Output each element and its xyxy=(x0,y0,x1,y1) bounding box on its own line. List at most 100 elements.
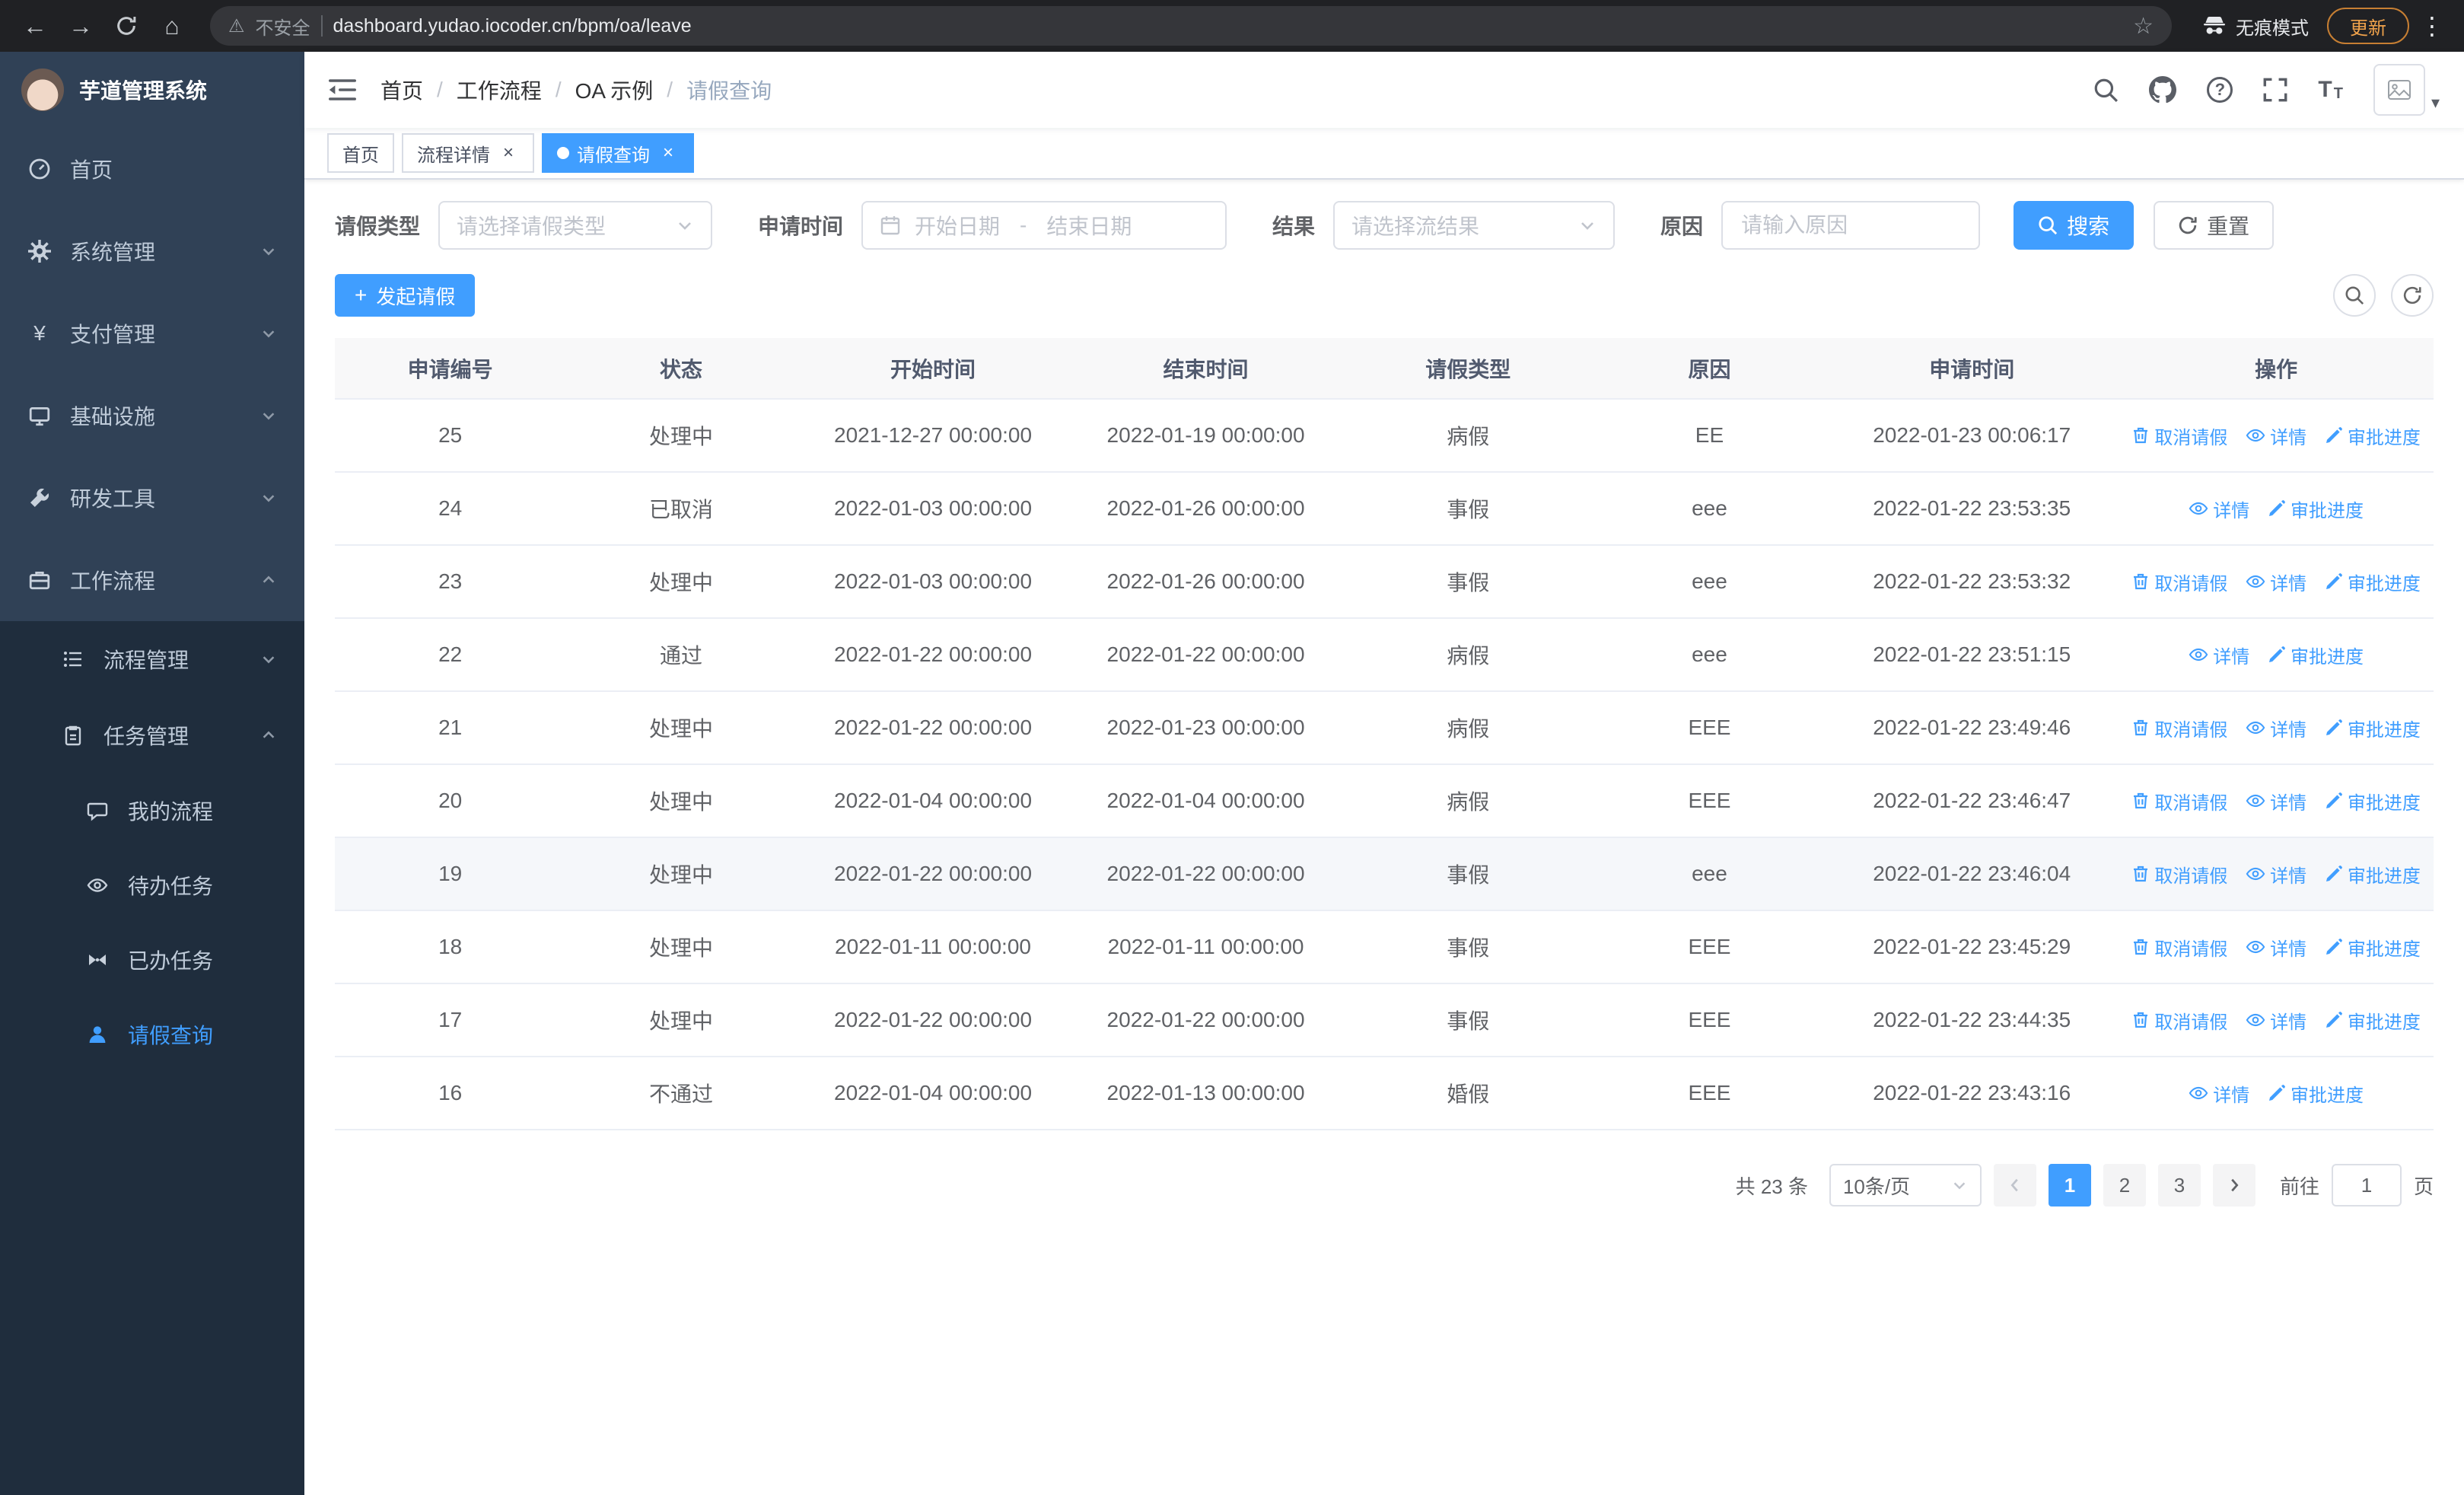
approval-progress-link[interactable]: 审批进度 xyxy=(2325,569,2421,595)
detail-link[interactable]: 详情 xyxy=(2246,1007,2306,1034)
table-row[interactable]: 24 已取消 2022-01-03 00:00:00 2022-01-26 00… xyxy=(335,472,2434,546)
browser-update-button[interactable]: 更新 xyxy=(2327,8,2409,44)
breadcrumb-oa-example[interactable]: OA 示例 xyxy=(575,75,654,105)
approval-progress-link[interactable]: 审批进度 xyxy=(2325,1007,2421,1034)
next-page-button[interactable] xyxy=(2212,1164,2255,1207)
user-avatar[interactable]: ▾ xyxy=(2373,64,2440,116)
detail-link[interactable]: 详情 xyxy=(2189,642,2249,668)
table-search-toggle-icon[interactable] xyxy=(2333,274,2376,317)
detail-link[interactable]: 详情 xyxy=(2189,1080,2249,1107)
goto-page-input[interactable] xyxy=(2331,1164,2402,1207)
approval-progress-link[interactable]: 审批进度 xyxy=(2325,715,2421,741)
table-row[interactable]: 17 处理中 2022-01-22 00:00:00 2022-01-22 00… xyxy=(335,983,2434,1057)
detail-link[interactable]: 详情 xyxy=(2246,569,2306,595)
reason-input[interactable] xyxy=(1721,201,1981,250)
sidebar-item-payment[interactable]: ¥ 支付管理 xyxy=(0,292,304,375)
page-button-2[interactable]: 2 xyxy=(2103,1164,2146,1207)
approval-progress-link[interactable]: 审批进度 xyxy=(2325,934,2421,961)
sidebar-item-system[interactable]: 系统管理 xyxy=(0,210,304,292)
tab-process-detail[interactable]: 流程详情 × xyxy=(402,133,534,173)
sidebar-item-devtools[interactable]: 研发工具 xyxy=(0,457,304,539)
browser-back-icon[interactable]: ← xyxy=(15,6,55,46)
browser-reload-icon[interactable] xyxy=(107,6,146,46)
sidebar-item-todo-tasks[interactable]: 待办任务 xyxy=(0,848,304,923)
sidebar-item-label: 工作流程 xyxy=(70,569,156,593)
sidebar-item-task-management[interactable]: 任务管理 xyxy=(0,697,304,773)
sidebar-item-home[interactable]: 首页 xyxy=(0,128,304,210)
sidebar-item-infrastructure[interactable]: 基础设施 xyxy=(0,375,304,457)
page-button-1[interactable]: 1 xyxy=(2048,1164,2091,1207)
browser-home-icon[interactable]: ⌂ xyxy=(152,6,192,46)
github-icon[interactable] xyxy=(2149,76,2177,104)
tab-leave-query[interactable]: 请假查询 × xyxy=(542,133,694,173)
cancel-leave-link[interactable]: 取消请假 xyxy=(2131,422,2227,449)
tab-home[interactable]: 首页 xyxy=(327,133,394,173)
table-row[interactable]: 18 处理中 2022-01-11 00:00:00 2022-01-11 00… xyxy=(335,910,2434,984)
approval-progress-link[interactable]: 审批进度 xyxy=(2325,861,2421,888)
reset-button[interactable]: 重置 xyxy=(2154,201,2275,250)
leave-type-select[interactable]: 请选择请假类型 xyxy=(438,201,713,250)
cell-id: 17 xyxy=(335,983,566,1057)
sidebar-item-label: 已办任务 xyxy=(128,949,214,973)
table-row[interactable]: 25 处理中 2021-12-27 00:00:00 2022-01-19 00… xyxy=(335,399,2434,473)
sidebar-item-leave-query[interactable]: 请假查询 xyxy=(0,997,304,1072)
approval-progress-link[interactable]: 审批进度 xyxy=(2268,496,2364,522)
sidebar-item-workflow[interactable]: 工作流程 xyxy=(0,539,304,621)
approval-progress-link[interactable]: 审批进度 xyxy=(2325,788,2421,814)
cell-start: 2022-01-22 00:00:00 xyxy=(796,618,1070,692)
cell-apply-time: 2022-01-22 23:53:35 xyxy=(1825,472,2119,546)
address-bar[interactable]: ⚠ 不安全 dashboard.yudao.iocoder.cn/bpm/oa/… xyxy=(210,6,2172,46)
cell-apply-time: 2022-01-22 23:43:16 xyxy=(1825,1057,2119,1130)
help-icon[interactable]: ? xyxy=(2207,77,2233,103)
cancel-leave-link[interactable]: 取消请假 xyxy=(2131,569,2227,595)
fullscreen-icon[interactable] xyxy=(2263,78,2287,102)
page-size-select[interactable]: 10条/页 xyxy=(1829,1164,1982,1207)
detail-link[interactable]: 详情 xyxy=(2246,934,2306,961)
sidebar-item-process-management[interactable]: 流程管理 xyxy=(0,621,304,697)
close-icon[interactable]: × xyxy=(498,142,519,164)
cancel-leave-link[interactable]: 取消请假 xyxy=(2131,934,2227,961)
bookmark-star-icon[interactable]: ☆ xyxy=(2133,13,2154,40)
browser-menu-icon[interactable]: ⋮ xyxy=(2415,11,2449,40)
font-size-icon[interactable]: TT xyxy=(2318,78,2343,102)
table-row[interactable]: 21 处理中 2022-01-22 00:00:00 2022-01-23 00… xyxy=(335,691,2434,765)
page-button-3[interactable]: 3 xyxy=(2157,1164,2201,1207)
search-button[interactable]: 搜索 xyxy=(2014,201,2135,250)
close-icon[interactable]: × xyxy=(657,142,679,164)
cancel-leave-link[interactable]: 取消请假 xyxy=(2131,1007,2227,1034)
breadcrumb-home[interactable]: 首页 xyxy=(380,75,423,105)
detail-link[interactable]: 详情 xyxy=(2189,496,2249,522)
result-select[interactable]: 请选择流结果 xyxy=(1333,201,1616,250)
search-icon[interactable] xyxy=(2093,77,2119,103)
breadcrumb-workflow[interactable]: 工作流程 xyxy=(457,75,542,105)
table-row[interactable]: 19 处理中 2022-01-22 00:00:00 2022-01-22 00… xyxy=(335,837,2434,911)
approval-progress-link[interactable]: 审批进度 xyxy=(2325,422,2421,449)
sidebar-collapse-icon[interactable] xyxy=(329,78,356,101)
cancel-leave-link[interactable]: 取消请假 xyxy=(2131,715,2227,741)
detail-link[interactable]: 详情 xyxy=(2246,788,2306,814)
cancel-leave-link[interactable]: 取消请假 xyxy=(2131,788,2227,814)
sidebar-item-done-tasks[interactable]: 已办任务 xyxy=(0,923,304,997)
cell-apply-time: 2022-01-22 23:45:29 xyxy=(1825,910,2119,984)
app-logo[interactable]: 芋道管理系统 xyxy=(0,52,304,128)
detail-link[interactable]: 详情 xyxy=(2246,715,2306,741)
table-row[interactable]: 22 通过 2022-01-22 00:00:00 2022-01-22 00:… xyxy=(335,618,2434,692)
cell-reason: eee xyxy=(1593,545,1826,619)
cell-actions: 取消请假 详情 审批进度 xyxy=(2119,837,2434,911)
approval-progress-link[interactable]: 审批进度 xyxy=(2268,1080,2364,1107)
create-leave-button[interactable]: + 发起请假 xyxy=(335,274,476,317)
table-refresh-icon[interactable] xyxy=(2391,274,2434,317)
detail-link[interactable]: 详情 xyxy=(2246,861,2306,888)
apply-time-range-picker[interactable]: 开始日期 - 结束日期 xyxy=(861,201,1227,250)
cell-start: 2021-12-27 00:00:00 xyxy=(796,399,1070,473)
cancel-leave-link[interactable]: 取消请假 xyxy=(2131,861,2227,888)
detail-link[interactable]: 详情 xyxy=(2246,422,2306,449)
sidebar-item-my-processes[interactable]: 我的流程 xyxy=(0,773,304,848)
browser-forward-icon[interactable]: → xyxy=(61,6,100,46)
table-row[interactable]: 20 处理中 2022-01-04 00:00:00 2022-01-04 00… xyxy=(335,764,2434,838)
table-row[interactable]: 16 不通过 2022-01-04 00:00:00 2022-01-13 00… xyxy=(335,1057,2434,1130)
table-row[interactable]: 23 处理中 2022-01-03 00:00:00 2022-01-26 00… xyxy=(335,545,2434,619)
cell-start: 2022-01-11 00:00:00 xyxy=(796,910,1070,984)
prev-page-button[interactable] xyxy=(1993,1164,2036,1207)
approval-progress-link[interactable]: 审批进度 xyxy=(2268,642,2364,668)
